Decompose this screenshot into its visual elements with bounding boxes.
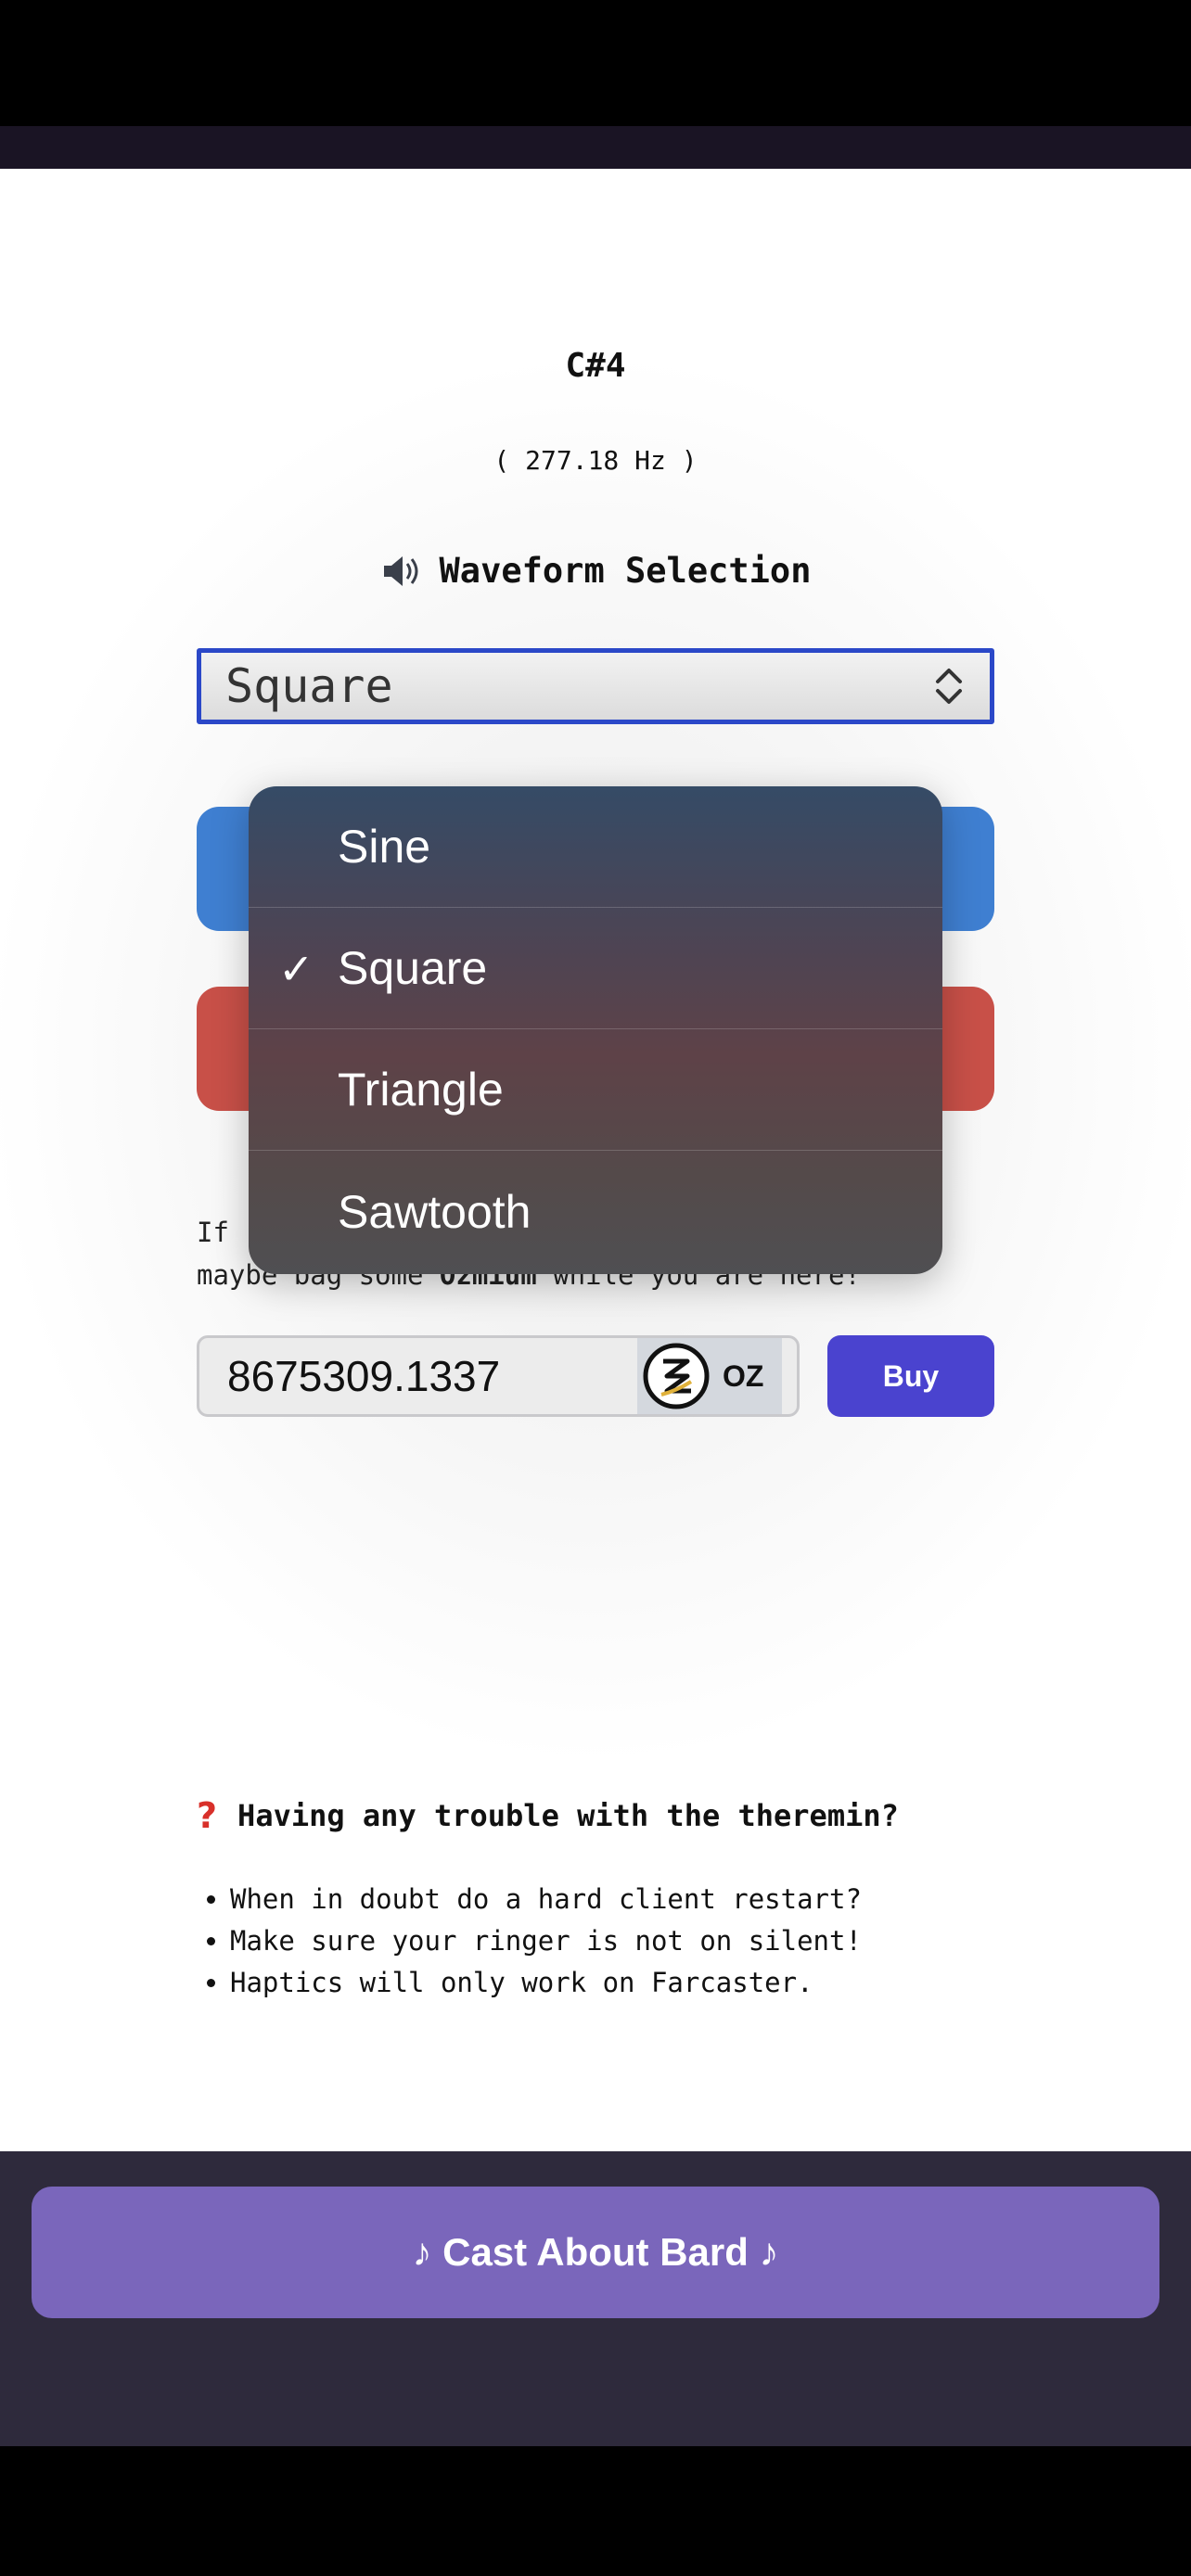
waveform-heading-label: Waveform Selection [439, 551, 812, 591]
help-item: Make sure your ringer is not on silent! [230, 1920, 862, 1962]
help-title-label: Having any trouble with the theremin? [237, 1798, 899, 1833]
option-label: Square [338, 942, 488, 994]
help-list: When in doubt do a hard client restart? … [197, 1879, 862, 2004]
note-name: C#4 [565, 347, 626, 385]
home-indicator-bar [0, 2446, 1191, 2576]
waveform-select-value: Square [225, 659, 393, 713]
option-label: Sine [338, 821, 431, 873]
waveform-select[interactable]: Square [197, 648, 994, 724]
token-tag: OZ [637, 1338, 782, 1414]
option-square[interactable]: ✓ Square [249, 908, 942, 1029]
cast-about-bard-button[interactable]: ♪ Cast About Bard ♪ [32, 2187, 1159, 2318]
info-line-1: If [197, 1217, 229, 1248]
note-frequency: ( 277.18 Hz ) [493, 445, 698, 476]
speaker-icon [383, 555, 418, 586]
token-symbol: OZ [723, 1358, 764, 1393]
question-icon: ? [197, 1795, 218, 1836]
option-sawtooth[interactable]: Sawtooth [249, 1151, 942, 1272]
waveform-heading: Waveform Selection [0, 551, 1191, 591]
option-label: Triangle [338, 1064, 504, 1116]
option-label: Sawtooth [338, 1185, 531, 1238]
help-item: When in doubt do a hard client restart? [230, 1879, 862, 1920]
status-bar [0, 0, 1191, 126]
amount-input[interactable] [199, 1338, 635, 1414]
buy-button[interactable]: Buy [827, 1335, 994, 1417]
checkmark-icon: ✓ [278, 943, 314, 994]
help-item: Haptics will only work on Farcaster. [230, 1962, 862, 2004]
ozmium-logo-icon [643, 1343, 710, 1409]
option-sine[interactable]: Sine [249, 786, 942, 908]
updown-icon [936, 669, 962, 704]
waveform-dropdown-menu: Sine ✓ Square Triangle Sawtooth [249, 786, 942, 1274]
amount-field[interactable]: OZ [197, 1335, 800, 1417]
top-strip [0, 126, 1191, 169]
option-triangle[interactable]: Triangle [249, 1029, 942, 1151]
help-title: ? Having any trouble with the theremin? [197, 1795, 899, 1836]
